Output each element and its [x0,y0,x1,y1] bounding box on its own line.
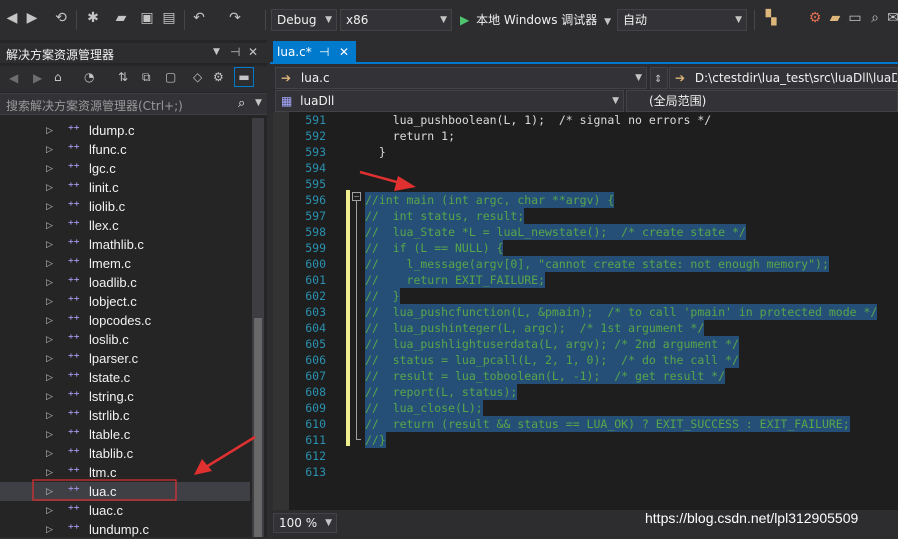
chevron-down-icon: ▼ [325,518,332,528]
annotation-overlay [32,170,416,501]
annotation-arrow-tree [194,435,256,475]
zoom-value: 100 % [279,516,318,530]
annotation-arrow-code [359,170,416,191]
zoom-select[interactable]: 100 % ▼ [273,513,337,533]
annotation-box-lua-c [32,479,177,501]
watermark: https://blog.csdn.net/lpl312905509 [645,510,859,526]
